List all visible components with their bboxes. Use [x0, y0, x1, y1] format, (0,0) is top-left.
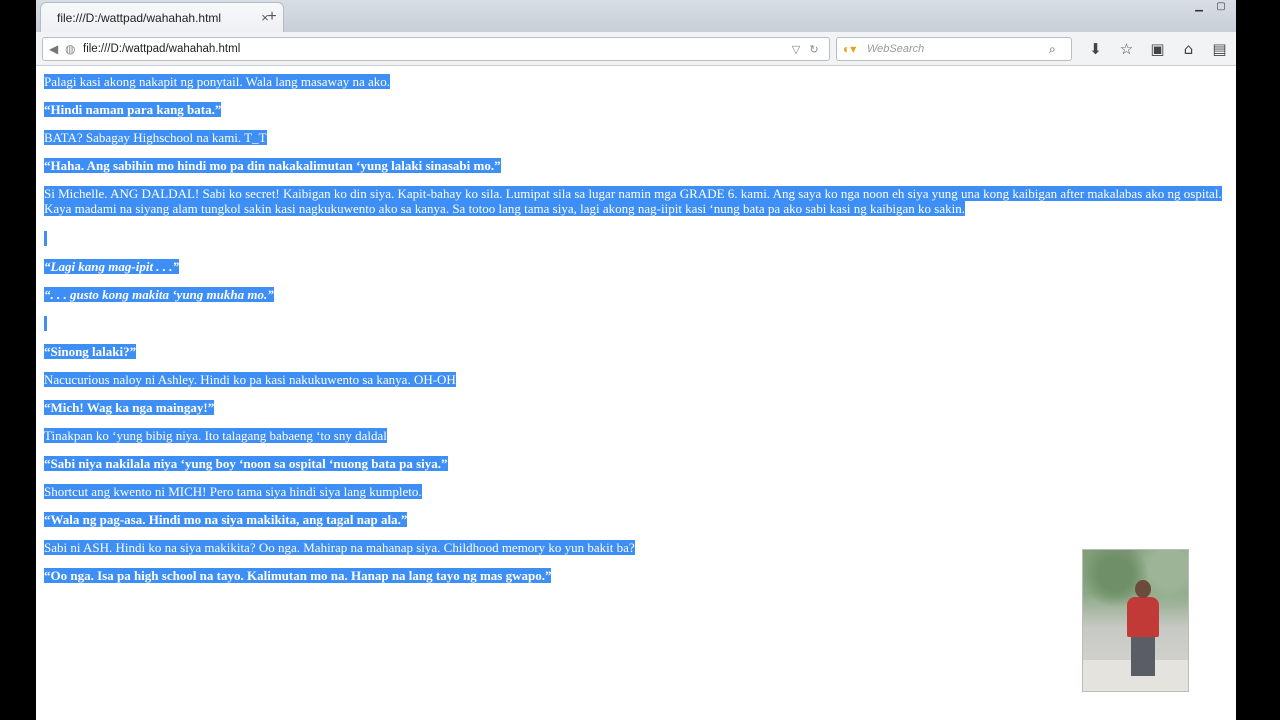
address-bar[interactable]: ◀ ◍ file:///D:/wattpad/wahahah.html ▽ ↻: [42, 37, 830, 61]
story-paragraph-3: BATA? Sabagay Highschool na kami. T_T: [44, 130, 267, 145]
page-content: Palagi kasi akong nakapit ng ponytail. W…: [36, 67, 1236, 720]
reload-icon[interactable]: ↻: [805, 43, 823, 56]
home-icon[interactable]: ⌂: [1173, 38, 1204, 60]
back-icon[interactable]: ◀: [49, 42, 65, 56]
search-input[interactable]: WebSearch: [867, 43, 1049, 55]
selection-caret: [44, 315, 1230, 332]
story-paragraph-17: Sabi ni ASH. Hindi ko na siya makikita? …: [44, 540, 635, 556]
tab-strip: file:///D:/wattpad/wahahah.html × + ▁ ▢: [36, 0, 1236, 32]
story-paragraph-12: “Mich! Wag ka nga maingay!”: [44, 400, 215, 416]
story-paragraph-1: Palagi kasi akong nakapit ng ponytail. W…: [44, 74, 391, 89]
tab-active[interactable]: file:///D:/wattpad/wahahah.html ×: [40, 2, 284, 32]
story-paragraph-18: “Oo nga. Isa pa high school na tayo. Kal…: [44, 568, 552, 584]
story-paragraph-2: “Hindi naman para kang bata.”: [44, 102, 222, 117]
dropdown-icon[interactable]: ▽: [787, 43, 805, 56]
story-paragraph-13: Tinakpan ko ‘yung bibig niya. Ito talaga…: [44, 428, 387, 444]
download-icon[interactable]: ⬇: [1080, 38, 1111, 60]
letterbox-left: [0, 0, 36, 720]
webcam-person-legs: [1131, 636, 1155, 676]
navigation-toolbar: ◀ ◍ file:///D:/wattpad/wahahah.html ▽ ↻ …: [36, 32, 1236, 66]
toolbar-buttons: ⬇ ☆ ▣ ⌂ ▤: [1080, 38, 1235, 60]
story-paragraph-15: Shortcut ang kwento ni MICH! Pero tama s…: [44, 484, 422, 500]
story-paragraph-16: “Wala ng pag-asa. Hindi mo na siya makik…: [44, 512, 408, 528]
new-tab-button[interactable]: +: [258, 6, 286, 28]
url-text[interactable]: file:///D:/wattpad/wahahah.html: [81, 43, 787, 55]
search-bar[interactable]: ◐▾ WebSearch ⌕: [836, 37, 1072, 61]
webcam-person-head: [1135, 580, 1151, 598]
story-paragraph-14: “Sabi niya nakilala niya ‘yung boy ‘noon…: [44, 456, 448, 472]
clipboard-icon[interactable]: ▣: [1142, 38, 1173, 60]
selection-caret: [44, 229, 1230, 246]
globe-icon: ◍: [65, 42, 76, 56]
search-engine-icon[interactable]: ◐▾: [843, 42, 867, 56]
story-paragraph-10: “Sinong lalaki?”: [44, 344, 137, 360]
story-paragraph-11: Nacucurious naloy ni Ashley. Hindi ko pa…: [44, 372, 456, 388]
star-icon[interactable]: ☆: [1111, 38, 1142, 60]
minimize-icon[interactable]: ▁: [1188, 0, 1210, 14]
webcam-overlay: [1082, 549, 1189, 692]
story-paragraph-5: Si Michelle. ANG DALDAL! Sabi ko secret!…: [44, 186, 1222, 216]
story-paragraph-4: “Haha. Ang sabihin mo hindi mo pa din na…: [44, 158, 501, 173]
letterbox-right: [1236, 0, 1280, 720]
search-icon[interactable]: ⌕: [1049, 42, 1065, 57]
webcam-person-body: [1127, 597, 1159, 637]
gift-icon[interactable]: ▤: [1204, 38, 1235, 60]
browser-window: file:///D:/wattpad/wahahah.html × + ▁ ▢ …: [36, 0, 1236, 720]
maximize-icon[interactable]: ▢: [1210, 0, 1232, 14]
window-controls: ▁ ▢: [1188, 0, 1232, 14]
story-paragraph-8: “. . . gusto kong makita ‘yung mukha mo.…: [44, 286, 274, 302]
tab-title: file:///D:/wattpad/wahahah.html: [57, 10, 222, 25]
story-paragraph-7: “Lagi kang mag-ipit . . .”: [44, 258, 180, 274]
